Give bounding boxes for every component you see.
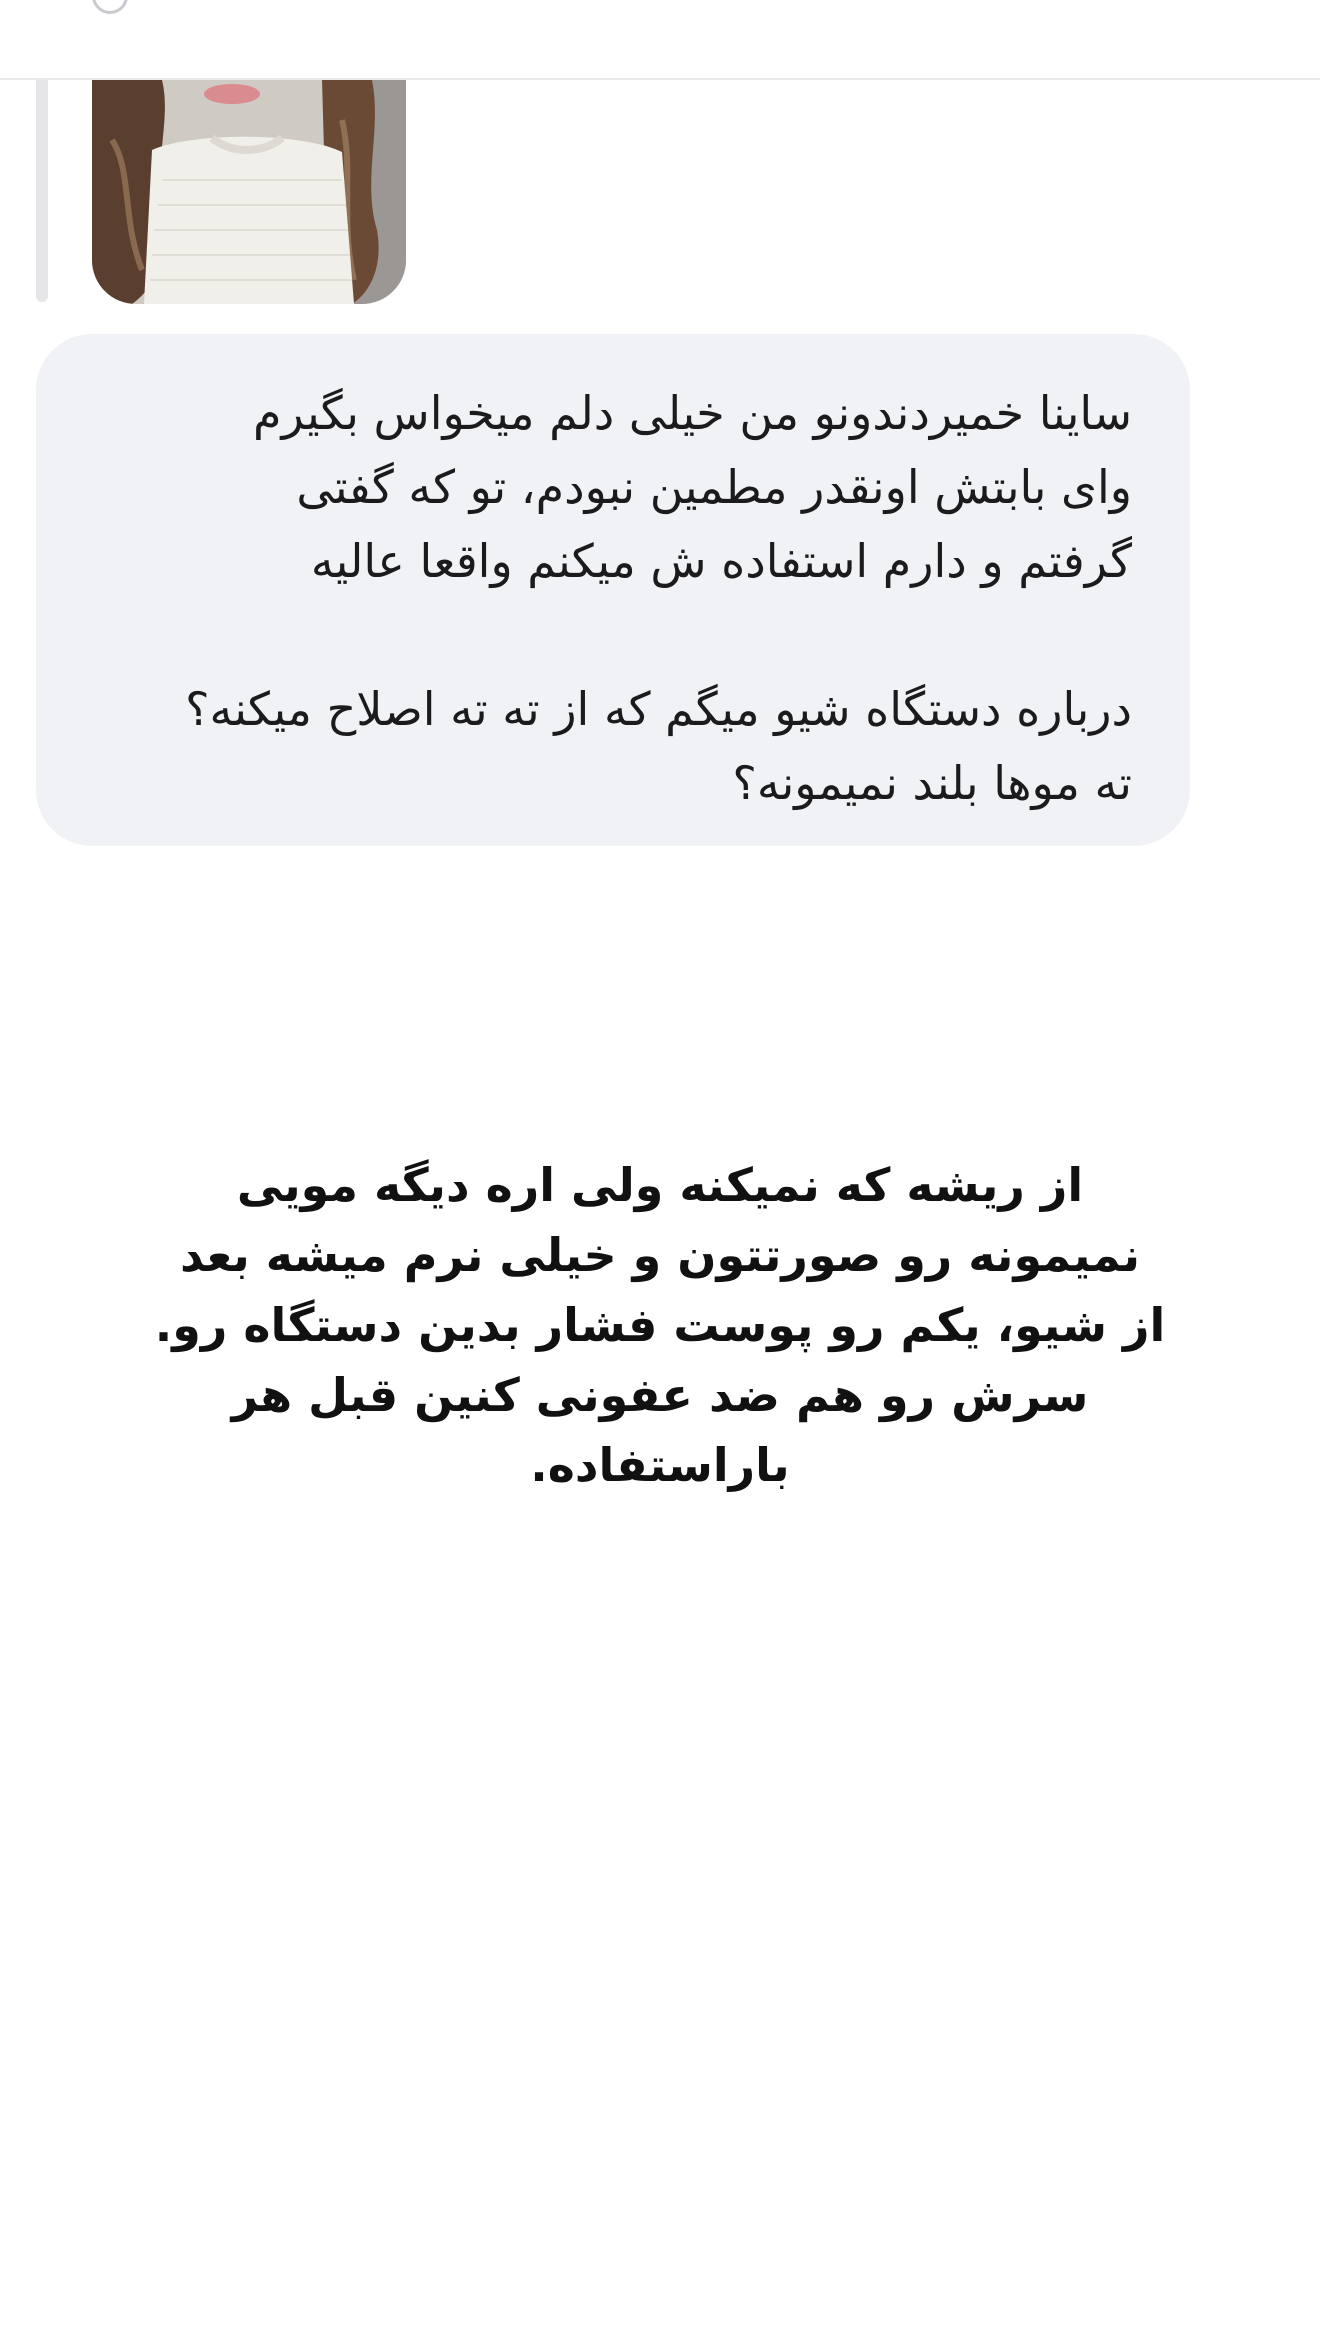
- message-bubble[interactable]: ساینا خمیردندونو من خیلی دلم میخواس بگیر…: [36, 334, 1190, 846]
- reply-line-4: سرش رو هم ضد عفونی کنین قبل هر: [231, 1368, 1089, 1422]
- story-photo-image: [92, 80, 406, 304]
- story-reply-indicator: [36, 80, 48, 302]
- message-paragraph-gap: [78, 598, 1132, 672]
- top-bar: [0, 0, 1320, 80]
- message-line-4: درباره دستگاه شیو میگم که از ته ته اصلاح…: [185, 682, 1132, 736]
- reply-line-3: از شیو، یکم رو پوست فشار بدین دستگاه رو.: [154, 1298, 1166, 1352]
- partial-header-icon: [92, 0, 128, 14]
- reply-caption: از ریشه که نمیکنه ولی اره دیگه مویی نمیم…: [120, 1150, 1200, 1500]
- message-line-3: گرفتم و دارم استفاده ش میکنم واقعا عالیه: [310, 534, 1132, 588]
- message-line-5: ته موها بلند نمیمونه؟: [732, 756, 1132, 810]
- reply-line-2: نمیمونه رو صورتتون و خیلی نرم میشه بعد: [179, 1228, 1141, 1282]
- reply-line-5: باراستفاده.: [530, 1438, 790, 1492]
- message-line-2: وای بابتش اونقدر مطمین نبودم، تو که گفتی: [296, 460, 1132, 514]
- reply-line-1: از ریشه که نمیکنه ولی اره دیگه مویی: [236, 1158, 1084, 1212]
- shared-story-photo[interactable]: [92, 80, 406, 304]
- message-line-1: ساینا خمیردندونو من خیلی دلم میخواس بگیر…: [252, 386, 1132, 440]
